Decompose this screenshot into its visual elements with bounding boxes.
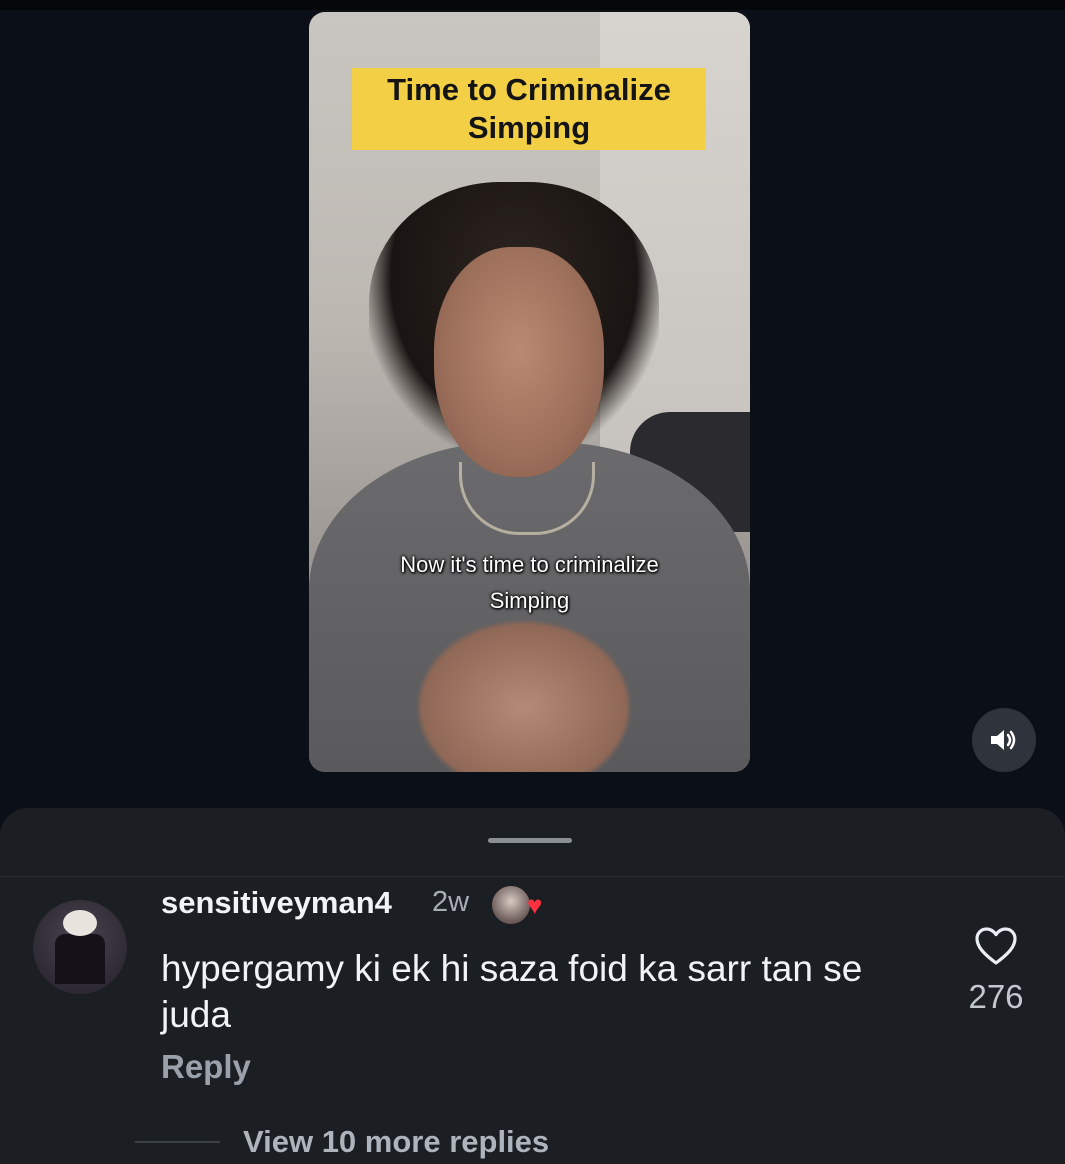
comments-sheet: sensitiveyman4 2w ♥ hypergamy ki ek hi s…	[0, 808, 1065, 1164]
video-subtitle: Now it's time to criminalize Simping	[309, 547, 750, 619]
view-replies-line	[135, 1141, 220, 1143]
subtitle-line-2: Simping	[489, 588, 570, 613]
subtitle-line-1: Now it's time to criminalize	[400, 552, 659, 577]
video-person-face	[434, 247, 604, 477]
view-more-replies-button[interactable]: View 10 more replies	[243, 1124, 549, 1160]
avatar-figure-head	[63, 910, 97, 936]
comment-age: 2w	[432, 886, 470, 918]
video-title-banner: Time to Criminalize Simping	[352, 68, 706, 150]
like-heart-icon[interactable]	[974, 926, 1018, 966]
heart-icon: ♥	[527, 890, 543, 920]
reply-button[interactable]: Reply	[161, 1048, 251, 1086]
video-player[interactable]: Time to Criminalize Simping Now it's tim…	[309, 12, 750, 772]
sound-toggle-button[interactable]	[972, 708, 1036, 772]
sheet-divider	[0, 876, 1065, 877]
creator-avatar	[490, 884, 532, 926]
sheet-drag-handle[interactable]	[488, 838, 572, 843]
comment-text: hypergamy ki ek hi saza foid ka sarr tan…	[161, 948, 863, 1035]
like-count: 276	[968, 978, 1024, 1015]
banner-line-2: Simping	[467, 110, 591, 145]
banner-line-1: Time to Criminalize	[387, 72, 671, 107]
avatar[interactable]	[33, 900, 127, 994]
comment-username[interactable]: sensitiveyman4	[161, 885, 392, 921]
avatar-figure-body	[55, 934, 105, 984]
speaker-volume-icon	[991, 730, 1016, 750]
top-bar	[0, 0, 1065, 10]
